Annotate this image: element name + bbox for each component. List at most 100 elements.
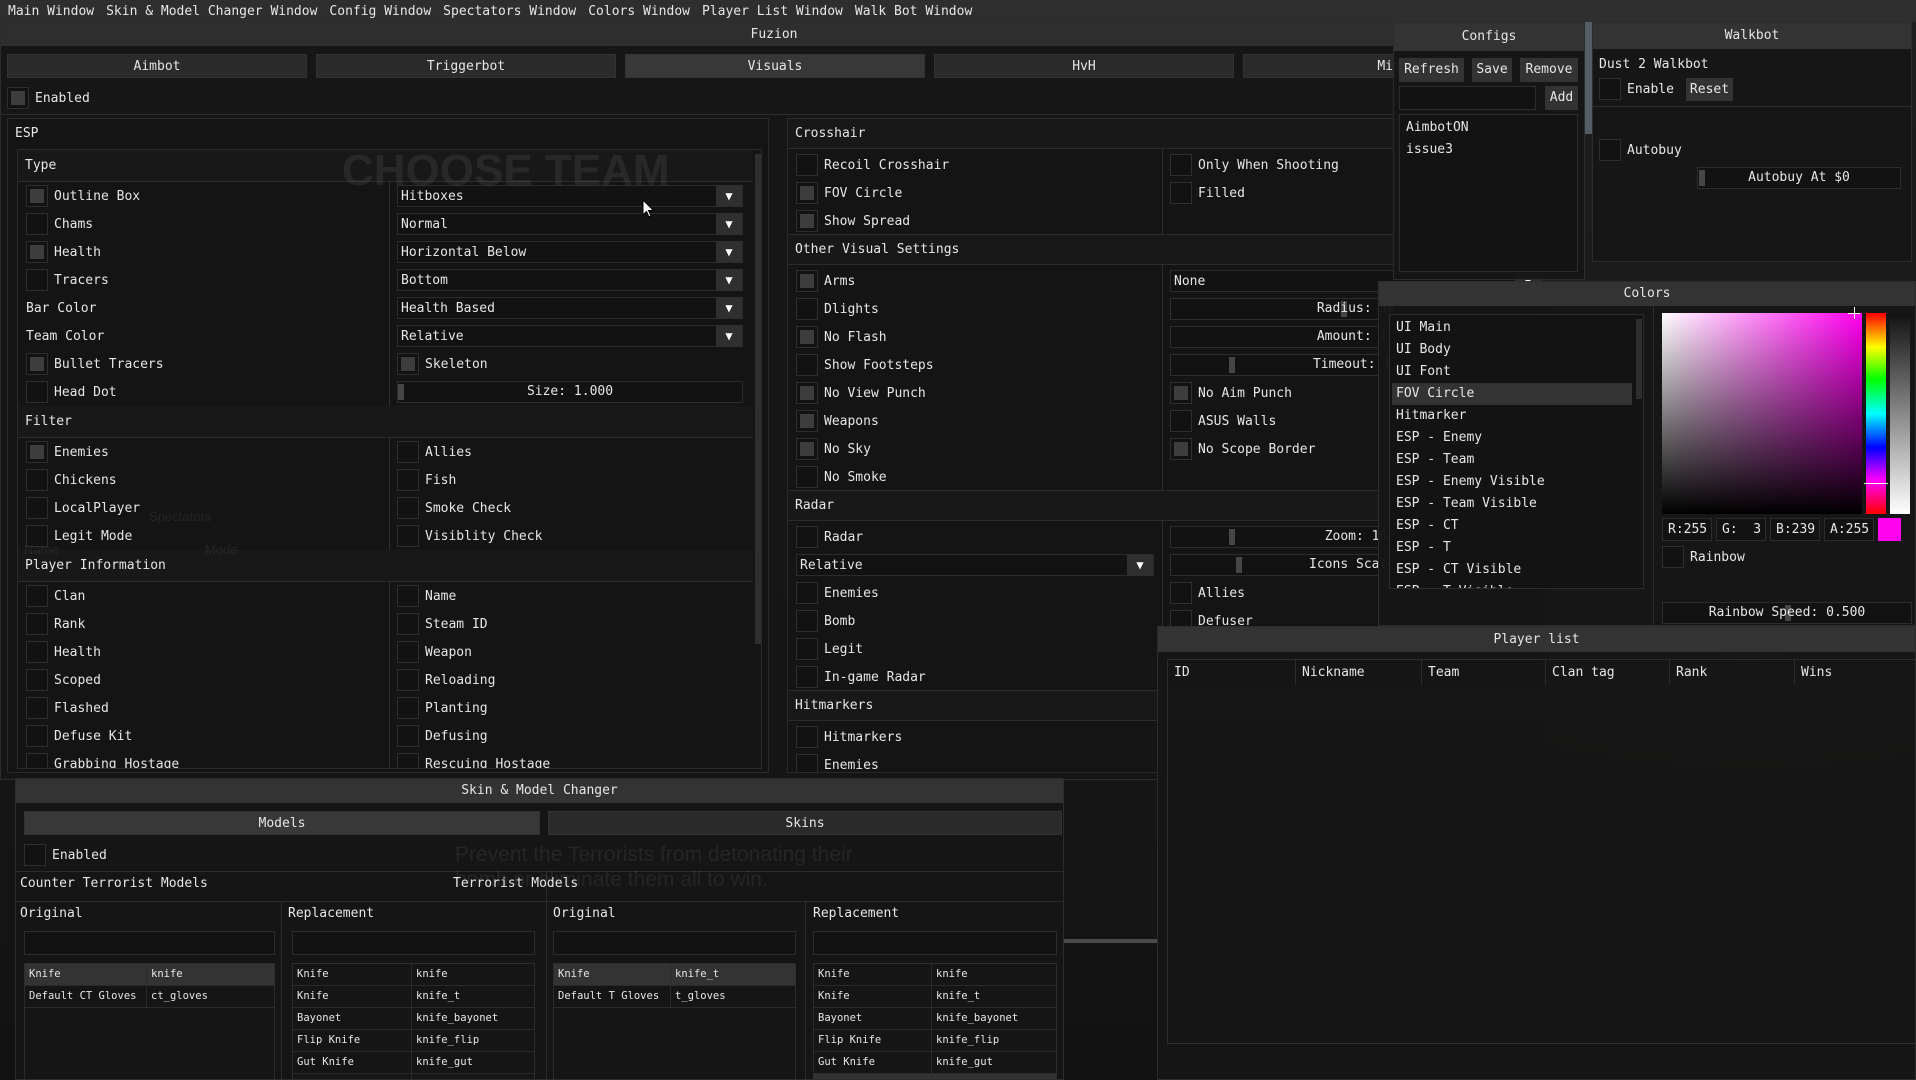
- color-item-fov-circle[interactable]: FOV Circle: [1392, 383, 1632, 405]
- color-item-esp-ct[interactable]: ESP - CT: [1392, 515, 1632, 537]
- color-item-esp-enemy[interactable]: ESP - Enemy: [1392, 427, 1632, 449]
- t-replacement-search[interactable]: [813, 931, 1057, 955]
- table-row[interactable]: Default T Gloves t_gloves: [554, 986, 795, 1008]
- ct-replacement-search[interactable]: [292, 931, 535, 955]
- checkbox-box[interactable]: [1170, 410, 1192, 432]
- remove-button[interactable]: Remove: [1520, 58, 1578, 82]
- checkbox-box[interactable]: [26, 641, 48, 663]
- checkbox-visiblity-check[interactable]: Visiblity Check: [397, 522, 743, 550]
- checkbox-box[interactable]: [1170, 438, 1192, 460]
- checkbox-clan[interactable]: Clan: [26, 582, 386, 610]
- checkbox-box[interactable]: [1170, 582, 1192, 604]
- table-row[interactable]: Knife knife: [293, 964, 534, 986]
- checkbox-box[interactable]: [7, 87, 29, 109]
- menu-skin-model-changer-window[interactable]: Skin & Model Changer Window: [106, 4, 317, 19]
- color-item-esp-t-visible[interactable]: ESP - T Visible: [1392, 581, 1632, 588]
- config-name-input[interactable]: [1399, 86, 1536, 110]
- checkbox-box[interactable]: [796, 410, 818, 432]
- checkbox-in-game-radar[interactable]: In-game Radar: [796, 663, 1154, 691]
- tab-models[interactable]: Models: [24, 811, 540, 835]
- color-item-ui-font[interactable]: UI Font: [1392, 361, 1632, 383]
- chevron-down-icon[interactable]: ▼: [716, 298, 742, 318]
- checkbox-show-spread[interactable]: Show Spread: [796, 207, 1154, 235]
- checkbox-box[interactable]: [796, 610, 818, 632]
- checkbox-box[interactable]: [397, 441, 419, 463]
- checkbox-arms[interactable]: Arms: [796, 267, 1154, 295]
- table-row[interactable]: Default CT Gloves ct_gloves: [25, 986, 274, 1008]
- health-based-dropdown[interactable]: Health Based ▼: [397, 297, 743, 319]
- hue-slider[interactable]: [1864, 313, 1888, 514]
- checkbox-box[interactable]: [26, 585, 48, 607]
- menu-config-window[interactable]: Config Window: [329, 4, 431, 19]
- blue-field[interactable]: B:239: [1770, 518, 1820, 541]
- column-header-rank[interactable]: Rank: [1669, 660, 1707, 685]
- checkbox-box[interactable]: [26, 241, 48, 263]
- checkbox-bullet-tracers[interactable]: Bullet Tracers: [26, 350, 386, 378]
- checkbox-dlights[interactable]: Dlights: [796, 295, 1154, 323]
- checkbox-reloading[interactable]: Reloading: [397, 666, 743, 694]
- checkbox-box[interactable]: [24, 844, 46, 866]
- checkbox-allies[interactable]: Allies: [397, 438, 743, 466]
- checkbox-box[interactable]: [26, 697, 48, 719]
- checkbox-rescuing-hostage[interactable]: Rescuing Hostage: [397, 750, 743, 768]
- checkbox-box[interactable]: [397, 525, 419, 547]
- ct-original-search[interactable]: [24, 931, 275, 955]
- checkbox-no-view-punch[interactable]: No View Punch: [796, 379, 1154, 407]
- t-original-search[interactable]: [553, 931, 796, 955]
- checkbox-fish[interactable]: Fish: [397, 466, 743, 494]
- color-item-hitmarker[interactable]: Hitmarker: [1392, 405, 1632, 427]
- checkbox-box[interactable]: [26, 497, 48, 519]
- checkbox-box[interactable]: [26, 269, 48, 291]
- checkbox-box[interactable]: [1170, 154, 1192, 176]
- horizontal-below-dropdown[interactable]: Horizontal Below ▼: [397, 241, 743, 263]
- checkbox-enemies[interactable]: Enemies: [26, 438, 386, 466]
- checkbox-show-footsteps[interactable]: Show Footsteps: [796, 351, 1154, 379]
- save-button[interactable]: Save: [1472, 58, 1512, 82]
- slider-grab[interactable]: [1236, 557, 1243, 573]
- table-row[interactable]: Bayonet knife_bayonet: [814, 1008, 1056, 1030]
- checkbox-box[interactable]: [796, 582, 818, 604]
- checkbox-enabled[interactable]: Enabled: [7, 84, 1547, 112]
- chevron-down-icon[interactable]: ▼: [716, 326, 742, 346]
- checkbox-box[interactable]: [26, 725, 48, 747]
- player-list-title[interactable]: Player list: [1158, 627, 1915, 652]
- checkbox-box[interactable]: [1170, 182, 1192, 204]
- checkbox-flashed[interactable]: Flashed: [26, 694, 386, 722]
- relative-dropdown[interactable]: Relative ▼: [397, 325, 743, 347]
- checkbox-legit[interactable]: Legit: [796, 635, 1154, 663]
- checkbox-box[interactable]: [397, 353, 419, 375]
- menu-spectators-window[interactable]: Spectators Window: [443, 4, 576, 19]
- checkbox-weapons[interactable]: Weapons: [796, 407, 1154, 435]
- checkbox-box[interactable]: [26, 613, 48, 635]
- slider-size-1-000[interactable]: Size: 1.000: [397, 381, 743, 403]
- colors-title[interactable]: Colors: [1379, 282, 1915, 306]
- checkbox-rainbow[interactable]: Rainbow: [1662, 543, 1915, 571]
- checkbox-no-sky[interactable]: No Sky: [796, 435, 1154, 463]
- color-item-ui-main[interactable]: UI Main: [1392, 317, 1632, 339]
- checkbox-box[interactable]: [796, 354, 818, 376]
- checkbox-recoil-crosshair[interactable]: Recoil Crosshair: [796, 151, 1154, 179]
- color-swatch[interactable]: [1878, 518, 1901, 541]
- checkbox-box[interactable]: [26, 525, 48, 547]
- color-item-esp-ct-visible[interactable]: ESP - CT Visible: [1392, 559, 1632, 581]
- checkbox-box[interactable]: [796, 270, 818, 292]
- menu-player-list-window[interactable]: Player List Window: [702, 4, 843, 19]
- menu-colors-window[interactable]: Colors Window: [588, 4, 690, 19]
- checkbox-box[interactable]: [397, 725, 419, 747]
- table-row[interactable]: Gut Knife knife_gut: [814, 1052, 1056, 1074]
- checkbox-fov-circle[interactable]: FOV Circle: [796, 179, 1154, 207]
- checkbox-head-dot[interactable]: Head Dot: [26, 378, 386, 406]
- add-button[interactable]: Add: [1545, 86, 1578, 110]
- table-row[interactable]: Knife knife_t: [814, 986, 1056, 1008]
- checkbox-box[interactable]: [397, 497, 419, 519]
- normal-dropdown[interactable]: Normal ▼: [397, 213, 743, 235]
- checkbox-box[interactable]: [397, 753, 419, 768]
- column-header-nickname[interactable]: Nickname: [1295, 660, 1365, 685]
- menu-main-window[interactable]: Main Window: [8, 4, 94, 19]
- checkbox-health[interactable]: Health: [26, 238, 386, 266]
- checkbox-box[interactable]: [26, 213, 48, 235]
- chevron-down-icon[interactable]: ▼: [1127, 555, 1153, 575]
- red-field[interactable]: R:255: [1662, 518, 1712, 541]
- main-window-title[interactable]: Fuzion: [1, 23, 1547, 46]
- tab-skins[interactable]: Skins: [548, 811, 1062, 835]
